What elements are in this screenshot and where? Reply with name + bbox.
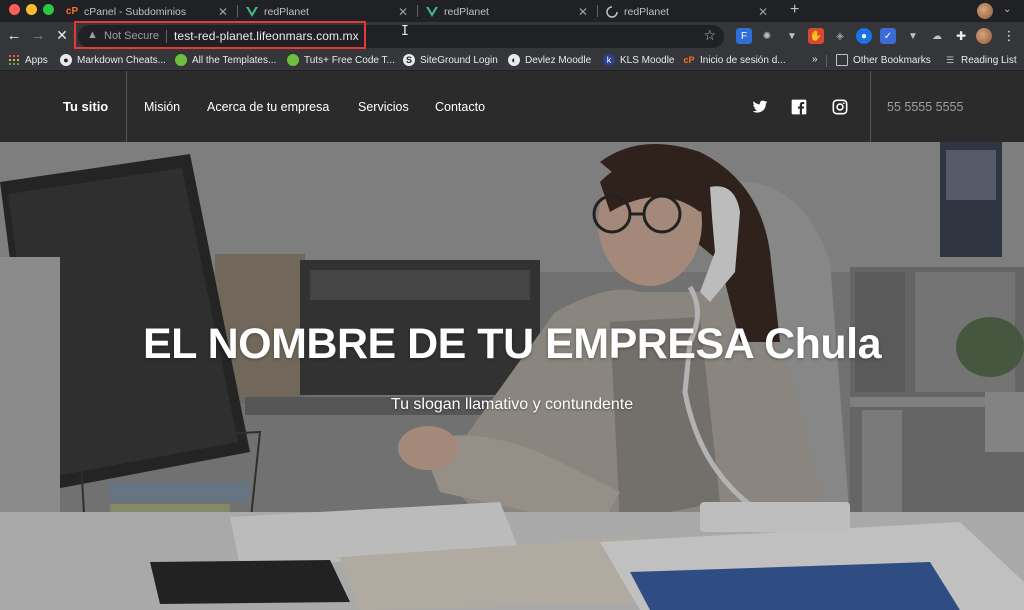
vue-icon: [246, 6, 258, 18]
extension-adblock-icon[interactable]: ✋: [808, 28, 824, 44]
close-tab-icon[interactable]: ✕: [758, 5, 768, 19]
folder-icon: [836, 54, 848, 66]
tab-strip: cP cPanel - Subdominios ✕ redPlanet ✕ re…: [0, 0, 1024, 22]
vue-icon: [426, 6, 438, 18]
extension-vue-devtools-icon[interactable]: ▼: [905, 28, 921, 44]
bookmark-all-templates[interactable]: All the Templates...: [175, 54, 276, 66]
profile-avatar[interactable]: [977, 3, 993, 19]
extensions-puzzle-icon[interactable]: ✚: [953, 28, 969, 44]
bookmark-label: Inicio de sesión d...: [700, 54, 786, 66]
bookmark-markdown-cheatsheet[interactable]: ● Markdown Cheats...: [60, 54, 166, 66]
menu-item-servicios[interactable]: Servicios: [358, 100, 409, 114]
hero-section: EL NOMBRE DE TU EMPRESA Chula Tu slogan …: [0, 142, 1024, 610]
close-window-button[interactable]: [9, 4, 20, 15]
apps-grid-icon: [8, 54, 20, 66]
close-tab-icon[interactable]: ✕: [398, 5, 408, 19]
instagram-icon[interactable]: [832, 99, 848, 115]
github-icon: ●: [60, 54, 72, 66]
overflow-label: »: [812, 54, 818, 65]
menu-item-mision[interactable]: Misión: [144, 100, 180, 114]
bookmarks-divider: [826, 55, 827, 67]
minimize-window-button[interactable]: [26, 4, 37, 15]
nav-divider: [126, 71, 127, 142]
facebook-icon[interactable]: [791, 99, 807, 115]
bookmark-label: Devlez Moodle: [525, 54, 592, 66]
account-avatar[interactable]: [976, 28, 992, 44]
bookmark-label: Apps: [25, 54, 48, 66]
bookmarks-overflow-button[interactable]: »: [812, 54, 818, 65]
nav-divider: [870, 71, 871, 142]
tab-redplanet-1[interactable]: redPlanet ✕: [238, 1, 416, 22]
other-bookmarks-label: Other Bookmarks: [853, 54, 931, 66]
bookmark-label: KLS Moodle: [620, 54, 675, 66]
maximize-window-button[interactable]: [43, 4, 54, 15]
reading-list-label: Reading List: [961, 54, 1017, 66]
cpanel-icon: cP: [683, 55, 695, 65]
bookmark-devlez-moodle[interactable]: ◐ Devlez Moodle: [508, 54, 591, 66]
bookmark-star-icon[interactable]: ☆: [703, 27, 716, 44]
menu-item-acerca[interactable]: Acerca de tu empresa: [207, 100, 329, 114]
menu-item-contacto[interactable]: Contacto: [435, 100, 485, 114]
leaf-icon: [175, 54, 187, 66]
extension-shield-icon[interactable]: ◈: [832, 28, 848, 44]
twitter-icon[interactable]: [752, 99, 768, 115]
text-cursor-icon: I: [401, 24, 409, 39]
close-tab-icon[interactable]: ✕: [218, 5, 228, 19]
tab-redplanet-3[interactable]: redPlanet ✕: [598, 1, 776, 22]
loading-spinner-icon: [606, 5, 618, 18]
bookmarks-bar: Apps ● Markdown Cheats... All the Templa…: [0, 51, 1024, 71]
window-controls: [9, 4, 54, 15]
extension-translate-icon[interactable]: F: [736, 28, 752, 44]
bookmark-kls-moodle[interactable]: k KLS Moodle: [603, 54, 674, 66]
globe-icon: ◐: [508, 54, 520, 66]
bookmark-label: Tuts+ Free Code T...: [304, 54, 395, 66]
bookmark-apps[interactable]: Apps: [8, 54, 48, 66]
stop-loading-icon[interactable]: ✕: [53, 27, 71, 44]
close-tab-icon[interactable]: ✕: [578, 5, 588, 19]
extension-gear-icon[interactable]: ✺: [759, 28, 775, 44]
tab-title: redPlanet: [264, 5, 309, 18]
reading-list-button[interactable]: ☰ Reading List: [944, 54, 1017, 66]
tab-redplanet-2[interactable]: redPlanet ✕: [418, 1, 596, 22]
hero-background-image: [0, 142, 1024, 610]
hero-subtitle: Tu slogan llamativo y contundente: [390, 396, 634, 413]
site-navbar: Tu sitio Misión Acerca de tu empresa Ser…: [0, 71, 1024, 142]
url-highlight-annotation: [74, 21, 366, 49]
extension-vuetify-icon[interactable]: ▼: [784, 28, 800, 44]
chrome-menu-icon[interactable]: ⋮: [1001, 28, 1017, 44]
extension-people-icon[interactable]: ●: [856, 28, 872, 44]
tab-search-chevron-icon[interactable]: ⌄: [1003, 4, 1011, 15]
tab-title: redPlanet: [444, 5, 489, 18]
site-brand[interactable]: Tu sitio: [63, 99, 108, 114]
hero-title: EL NOMBRE DE TU EMPRESA Chula: [142, 320, 882, 368]
tab-title: cPanel - Subdominios: [84, 5, 187, 18]
bookmark-label: SiteGround Login: [420, 54, 498, 66]
bookmark-inicio-sesion[interactable]: cP Inicio de sesión d...: [683, 54, 786, 66]
extension-cloud-icon[interactable]: ☁: [929, 28, 945, 44]
bookmark-siteground-login[interactable]: S SiteGround Login: [403, 54, 498, 66]
back-arrow-icon[interactable]: ←: [5, 27, 23, 44]
extension-tasks-icon[interactable]: ✓: [880, 28, 896, 44]
siteground-icon: S: [403, 54, 415, 66]
phone-number[interactable]: 55 5555 5555: [887, 100, 963, 114]
other-bookmarks-folder[interactable]: Other Bookmarks: [836, 54, 931, 66]
tab-cpanel[interactable]: cP cPanel - Subdominios ✕: [58, 1, 236, 22]
new-tab-button[interactable]: +: [790, 1, 799, 19]
kls-icon: k: [603, 54, 615, 66]
tab-title: redPlanet: [624, 5, 669, 18]
reading-list-icon: ☰: [945, 54, 955, 65]
forward-arrow-icon[interactable]: →: [29, 27, 47, 44]
leaf-icon: [287, 54, 299, 66]
bookmark-tuts-free-code[interactable]: Tuts+ Free Code T...: [287, 54, 395, 66]
cpanel-icon: cP: [65, 6, 79, 17]
bookmark-label: Markdown Cheats...: [77, 54, 166, 66]
bookmark-label: All the Templates...: [192, 54, 277, 66]
